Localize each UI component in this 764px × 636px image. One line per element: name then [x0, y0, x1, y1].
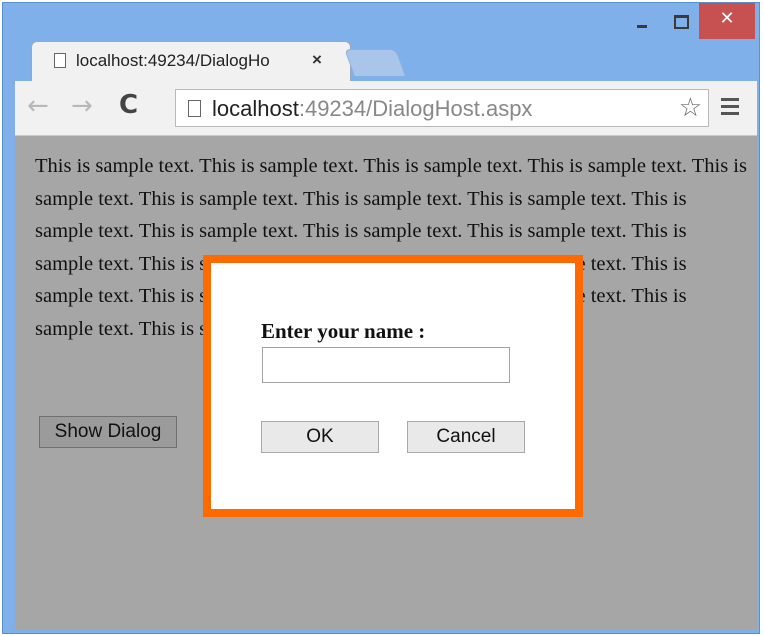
minimize-icon — [637, 25, 647, 28]
forward-arrow-icon[interactable]: → — [71, 91, 93, 121]
name-dialog: Enter your name : OK Cancel — [203, 255, 583, 517]
name-input[interactable] — [262, 347, 510, 383]
page-icon — [54, 53, 66, 68]
close-window-button[interactable]: ✕ — [699, 3, 755, 39]
new-tab-button[interactable] — [344, 49, 406, 76]
back-arrow-icon[interactable]: ← — [27, 91, 49, 121]
tab-active[interactable]: localhost:49234/DialogHo × — [31, 41, 351, 81]
address-bar[interactable]: localhost:49234/DialogHost.aspx ☆ — [175, 89, 709, 127]
ok-button[interactable]: OK — [261, 421, 379, 453]
maximize-icon — [674, 15, 689, 29]
reload-icon[interactable]: C — [119, 90, 138, 120]
browser-window: ✕ localhost:49234/DialogHo × ← → C local… — [2, 2, 760, 634]
hamburger-menu-icon[interactable] — [721, 98, 739, 116]
minimize-button[interactable] — [623, 3, 661, 39]
browser-toolbar: ← → C localhost:49234/DialogHost.aspx ☆ — [15, 81, 757, 136]
cancel-button[interactable]: Cancel — [407, 421, 525, 453]
url-host: localhost — [212, 96, 299, 121]
show-dialog-button[interactable]: Show Dialog — [39, 416, 177, 448]
tab-close-icon[interactable]: × — [312, 50, 322, 70]
address-url: localhost:49234/DialogHost.aspx — [212, 96, 532, 122]
tab-title: localhost:49234/DialogHo — [76, 51, 270, 70]
url-path: :49234/DialogHost.aspx — [298, 96, 533, 121]
close-icon: ✕ — [719, 8, 735, 29]
page-icon — [188, 100, 201, 117]
bookmark-star-icon[interactable]: ☆ — [679, 93, 702, 123]
maximize-button[interactable] — [661, 3, 699, 39]
dialog-label: Enter your name : — [261, 319, 426, 343]
window-controls: ✕ — [623, 3, 755, 39]
